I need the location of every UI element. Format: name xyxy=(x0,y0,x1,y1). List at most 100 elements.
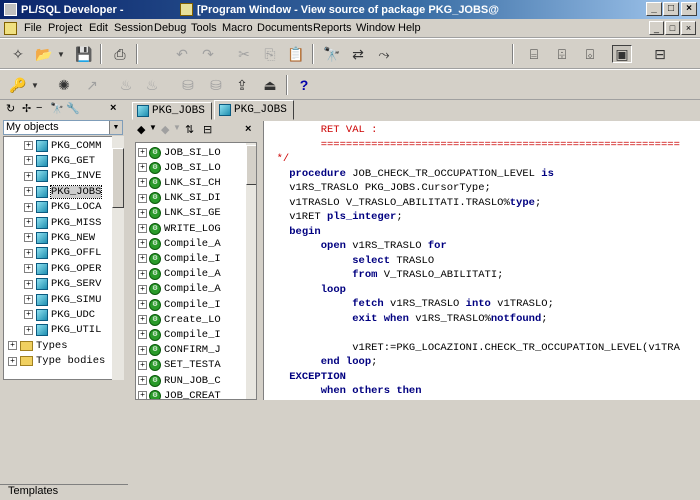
code-editor[interactable]: RET VAL : ==============================… xyxy=(263,121,700,400)
expand-icon[interactable]: + xyxy=(138,330,147,340)
key-icon[interactable]: 🔑 xyxy=(8,76,28,94)
member-item[interactable]: + ⚙ Compile_I xyxy=(138,297,256,312)
back-icon[interactable]: ◆ xyxy=(137,123,145,136)
expand-icon[interactable]: + xyxy=(8,356,17,366)
expand-icon[interactable]: + xyxy=(24,187,33,197)
member-item[interactable]: + ⚙ RUN_JOB_C xyxy=(138,373,256,388)
expand-icon[interactable]: + xyxy=(24,218,33,227)
member-item[interactable]: + ⚙ Compile_A xyxy=(138,282,256,297)
mdi-minimize-button[interactable]: _ xyxy=(649,21,664,35)
close-members-icon[interactable]: × xyxy=(245,123,251,135)
expand-icon[interactable]: + xyxy=(138,254,147,264)
tree-item[interactable]: + Types xyxy=(8,338,122,353)
cup-icon[interactable]: ♨ xyxy=(116,76,136,94)
close-button[interactable]: × xyxy=(681,2,697,16)
collapse-icon[interactable]: ⊟ xyxy=(203,123,212,136)
menu-debug[interactable]: Debug xyxy=(154,22,186,34)
paste-icon[interactable]: 📋 xyxy=(286,45,306,63)
member-item[interactable]: + ⚙ JOB_SI_LO xyxy=(138,160,256,175)
print-icon[interactable]: ⎙ xyxy=(110,45,130,63)
export-icon[interactable]: ⇪ xyxy=(232,76,252,94)
tool2-icon[interactable]: ⌹ xyxy=(552,45,572,63)
expand-icon[interactable]: + xyxy=(24,325,33,335)
expand-icon[interactable]: + xyxy=(138,239,147,249)
sort-icon[interactable]: ⇅ xyxy=(185,123,194,136)
menu-documents[interactable]: Documents xyxy=(257,22,313,34)
menu-reports[interactable]: Reports xyxy=(313,22,352,34)
find-icon[interactable]: 🔭 xyxy=(322,45,342,63)
import-icon[interactable]: ⏏ xyxy=(260,76,280,94)
maximize-button[interactable]: □ xyxy=(663,2,679,16)
cut-icon[interactable]: ✂ xyxy=(234,45,254,63)
expand-icon[interactable]: + xyxy=(24,295,33,304)
expand-icon[interactable]: + xyxy=(138,315,147,325)
expand-icon[interactable]: + xyxy=(138,208,147,218)
expand-icon[interactable]: + xyxy=(138,193,147,203)
dropdown-icon[interactable]: ▼ xyxy=(173,123,181,132)
member-item[interactable]: + ⚙ Compile_A xyxy=(138,267,256,282)
templates-panel-label[interactable]: Templates xyxy=(0,484,128,500)
expand-icon[interactable]: + xyxy=(24,202,33,212)
tool3-icon[interactable]: ⌺ xyxy=(580,45,600,63)
new-icon[interactable]: ✧ xyxy=(8,45,28,63)
copy-icon[interactable]: ⎘ xyxy=(260,45,280,63)
object-filter-select[interactable]: My objects ▼ xyxy=(3,120,123,135)
filter-icon[interactable]: 🔧 xyxy=(66,102,80,115)
menu-session[interactable]: Session xyxy=(114,22,153,34)
disabled-icon[interactable]: ↗ xyxy=(82,76,102,94)
expand-icon[interactable]: + xyxy=(138,376,147,385)
mdi-restore-button[interactable]: □ xyxy=(665,21,680,35)
menu-edit[interactable]: Edit xyxy=(89,22,108,34)
expand-icon[interactable]: + xyxy=(24,171,33,181)
expand-icon[interactable]: + xyxy=(138,391,147,399)
open-icon[interactable]: 📂 xyxy=(34,45,54,63)
tree-item[interactable]: + Type bodies xyxy=(8,354,122,369)
expand-icon[interactable]: + xyxy=(138,345,147,355)
dropdown-icon[interactable]: ▼ xyxy=(149,123,157,132)
tree-item[interactable]: + PKG_GET xyxy=(24,153,122,168)
tree-item[interactable]: + PKG_UTIL xyxy=(24,323,122,338)
expand-icon[interactable]: + xyxy=(138,269,147,279)
member-item[interactable]: + ⚙ LNK_SI_GE xyxy=(138,206,256,221)
expand-icon[interactable]: + xyxy=(138,163,147,173)
tree-item[interactable]: + PKG_SIMU xyxy=(24,292,122,307)
replace-icon[interactable]: ⇄ xyxy=(348,45,368,63)
forward-icon[interactable]: ◆ xyxy=(161,123,169,136)
close-browser-icon[interactable]: × xyxy=(110,102,116,114)
member-item[interactable]: + ⚙ CONFIRM_J xyxy=(138,343,256,358)
expand-icon[interactable]: + xyxy=(24,310,33,320)
menu-macro[interactable]: Macro xyxy=(222,22,253,34)
redo-icon[interactable]: ↷ xyxy=(198,45,218,63)
menu-help[interactable]: Help xyxy=(398,22,421,34)
tree-scrollbar[interactable] xyxy=(112,136,124,380)
find-next-icon[interactable]: ⤳ xyxy=(374,45,394,63)
mdi-close-button[interactable]: × xyxy=(681,21,696,35)
undo-icon[interactable]: ↶ xyxy=(172,45,192,63)
scroll-thumb[interactable] xyxy=(112,148,124,208)
window-list-icon[interactable]: ▣ xyxy=(612,45,632,63)
expand-icon[interactable]: + xyxy=(138,224,147,233)
tree-item[interactable]: + PKG_OFFL xyxy=(24,246,122,261)
scroll-thumb[interactable] xyxy=(246,145,256,185)
tree-item[interactable]: + PKG_JOBS xyxy=(24,184,122,199)
cup2-icon[interactable]: ♨ xyxy=(142,76,162,94)
mdi-document-icon[interactable] xyxy=(4,22,17,35)
member-item[interactable]: + ⚙ LNK_SI_DI xyxy=(138,191,256,206)
tree-item[interactable]: + PKG_NEW xyxy=(24,230,122,245)
expand-icon[interactable]: + xyxy=(24,141,33,150)
tab-pkg-jobs-body[interactable]: PKG_JOBS xyxy=(214,100,294,120)
menu-window[interactable]: Window xyxy=(356,22,395,34)
tool1-icon[interactable]: ⌸ xyxy=(524,45,544,63)
member-item[interactable]: + ⚙ Compile_I xyxy=(138,327,256,342)
tree-item[interactable]: + PKG_INVE xyxy=(24,169,122,184)
chevron-down-icon[interactable]: ▼ xyxy=(109,121,122,134)
members-scrollbar[interactable] xyxy=(246,143,256,399)
member-item[interactable]: + ⚙ Compile_A xyxy=(138,236,256,251)
expand-icon[interactable]: + xyxy=(138,300,147,309)
remove-icon[interactable]: − xyxy=(36,102,42,114)
member-item[interactable]: + ⚙ WRITE_LOG xyxy=(138,221,256,236)
tab-pkg-jobs-spec[interactable]: PKG_JOBS xyxy=(132,102,212,120)
tree-item[interactable]: + PKG_UDC xyxy=(24,307,122,322)
expand-icon[interactable]: + xyxy=(138,178,147,188)
expand-icon[interactable]: + xyxy=(24,233,33,243)
